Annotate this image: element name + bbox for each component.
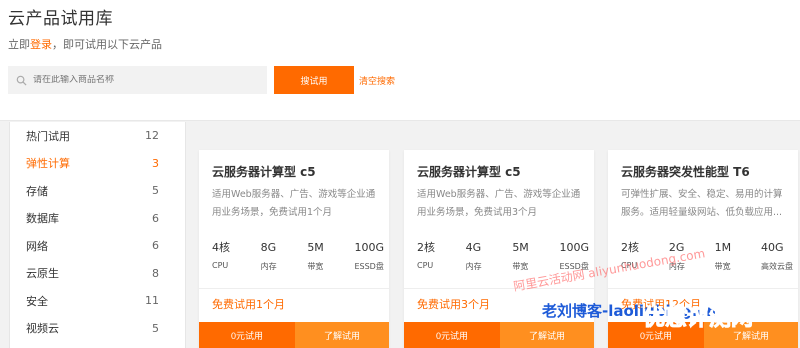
- spec-unit: CPU: [621, 261, 638, 270]
- spec-memory: 4G 内存: [466, 241, 482, 272]
- spec-value: 4G: [465, 241, 482, 254]
- category-item-hot[interactable]: 热门试用 12: [10, 122, 185, 150]
- free-trial-button[interactable]: 0元试用: [608, 322, 704, 348]
- spec-value: 2核: [621, 241, 639, 254]
- category-count: 8: [152, 266, 159, 280]
- spec-unit: 带宽: [512, 262, 529, 271]
- login-link[interactable]: 登录: [30, 38, 52, 51]
- spec-bandwidth: 5M 带宽: [512, 241, 529, 272]
- spec-memory: 2G 内存: [669, 241, 685, 272]
- category-name: 云原生: [26, 267, 59, 281]
- product-card[interactable]: 云服务器计算型 c5 适用Web服务器、广告、游戏等企业通用业务场景，免费试用1…: [199, 150, 389, 348]
- category-count: 12: [145, 129, 159, 143]
- category-item-network[interactable]: 网络 6: [10, 232, 185, 260]
- category-count: 5: [152, 184, 159, 198]
- category-name: 视频云: [26, 322, 59, 336]
- login-hint-suffix: ，即可试用以下云产品: [52, 38, 162, 51]
- spec-value: 5M: [307, 241, 324, 254]
- category-count: 5: [152, 321, 159, 335]
- spec-value: 5M: [512, 241, 529, 254]
- spec-disk: 100G ESSD盘: [354, 241, 384, 272]
- category-name: 安全: [26, 294, 48, 308]
- product-description: 适用Web服务器、广告、游戏等企业通用业务场景，免费试用3个月: [417, 189, 581, 218]
- search-icon: [16, 75, 27, 86]
- category-item-security[interactable]: 安全 11: [10, 287, 185, 315]
- trial-duration: 免费试用3个月: [417, 298, 490, 311]
- category-item-video[interactable]: 视频云 5: [10, 315, 185, 343]
- category-sidebar: 热门试用 12 弹性计算 3 存储 5 数据库 6 网络 6 云原生 8 安全 11 视频云 5: [9, 122, 186, 348]
- product-card[interactable]: 云服务器计算型 c5 适用Web服务器、广告、游戏等企业通用业务场景，免费试用3…: [404, 150, 594, 348]
- spec-value: 8G: [260, 241, 277, 254]
- category-name: 网络: [26, 239, 48, 253]
- product-title: 云服务器计算型 c5: [212, 165, 316, 179]
- category-name: 数据库: [26, 212, 59, 226]
- spec-memory: 8G 内存: [261, 241, 277, 272]
- spec-value: 2G: [668, 241, 685, 254]
- trial-duration: 免费试用1个月: [212, 298, 285, 311]
- spec-bandwidth: 1M 带宽: [715, 241, 732, 272]
- card-divider: [199, 288, 389, 289]
- spec-cpu: 2核 CPU: [621, 241, 639, 272]
- product-specs: 2核 CPU 2G 内存 1M 带宽 40G 高效云盘: [621, 241, 793, 272]
- spec-unit: 带宽: [714, 262, 731, 271]
- product-specs: 2核 CPU 4G 内存 5M 带宽 100G ESSD盘: [417, 241, 589, 272]
- category-count: 11: [145, 294, 159, 308]
- spec-unit: 高效云盘: [760, 262, 793, 271]
- spec-bandwidth: 5M 带宽: [307, 241, 324, 272]
- spec-cpu: 4核 CPU: [212, 241, 230, 272]
- product-specs: 4核 CPU 8G 内存 5M 带宽 100G ESSD盘: [212, 241, 384, 272]
- spec-disk: 100G ESSD盘: [559, 241, 589, 272]
- spec-unit: 内存: [465, 262, 482, 271]
- login-hint: 立即登录，即可试用以下云产品: [8, 36, 162, 52]
- spec-value: 40G: [760, 241, 784, 254]
- spec-unit: CPU: [212, 261, 229, 270]
- category-item-database[interactable]: 数据库 6: [10, 205, 185, 233]
- clear-search-link[interactable]: 清空搜索: [359, 74, 395, 87]
- spec-unit: 内存: [260, 262, 277, 271]
- search-button[interactable]: 搜试用: [274, 66, 354, 94]
- category-count: 3: [152, 156, 159, 170]
- product-title: 云服务器计算型 c5: [417, 165, 521, 179]
- trial-duration: 免费试用12个月: [621, 298, 701, 311]
- category-name: 弹性计算: [26, 157, 70, 171]
- spec-value: 2核: [417, 241, 435, 254]
- category-item-cloud-native[interactable]: 云原生 8: [10, 260, 185, 288]
- product-description: 可弹性扩展、安全、稳定、易用的计算服务。适用轻量级网站、低负载应用...: [621, 189, 783, 218]
- spec-unit: CPU: [417, 261, 434, 270]
- learn-trial-button[interactable]: 了解试用: [500, 322, 594, 348]
- spec-unit: 带宽: [307, 262, 324, 271]
- category-name: 存储: [26, 184, 48, 198]
- spec-unit: ESSD盘: [354, 262, 384, 271]
- category-name: 热门试用: [26, 129, 70, 143]
- free-trial-button[interactable]: 0元试用: [404, 322, 500, 348]
- product-title: 云服务器突发性能型 T6: [621, 165, 750, 179]
- spec-value: 1M: [714, 241, 732, 254]
- category-item-storage[interactable]: 存储 5: [10, 177, 185, 205]
- card-divider: [608, 288, 798, 289]
- login-hint-prefix: 立即: [8, 38, 30, 51]
- learn-trial-button[interactable]: 了解试用: [295, 322, 389, 348]
- card-divider: [404, 288, 594, 289]
- spec-value: 4核: [212, 241, 230, 254]
- category-count: 6: [152, 239, 159, 253]
- free-trial-button[interactable]: 0元试用: [199, 322, 295, 348]
- spec-unit: 内存: [668, 262, 685, 271]
- category-count: 6: [152, 211, 159, 225]
- product-card[interactable]: 云服务器突发性能型 T6 可弹性扩展、安全、稳定、易用的计算服务。适用轻量级网站…: [608, 150, 798, 348]
- spec-cpu: 2核 CPU: [417, 241, 435, 272]
- category-item-compute[interactable]: 弹性计算 3: [10, 150, 185, 178]
- spec-disk: 40G 高效云盘: [761, 241, 793, 272]
- page-title: 云产品试用库: [8, 9, 113, 29]
- search-box[interactable]: [8, 66, 267, 94]
- spec-value: 100G: [354, 241, 384, 254]
- search-input[interactable]: [33, 75, 253, 85]
- product-description: 适用Web服务器、广告、游戏等企业通用业务场景，免费试用1个月: [212, 189, 376, 218]
- learn-trial-button[interactable]: 了解试用: [704, 322, 798, 348]
- spec-value: 100G: [559, 241, 589, 254]
- spec-unit: ESSD盘: [559, 262, 589, 271]
